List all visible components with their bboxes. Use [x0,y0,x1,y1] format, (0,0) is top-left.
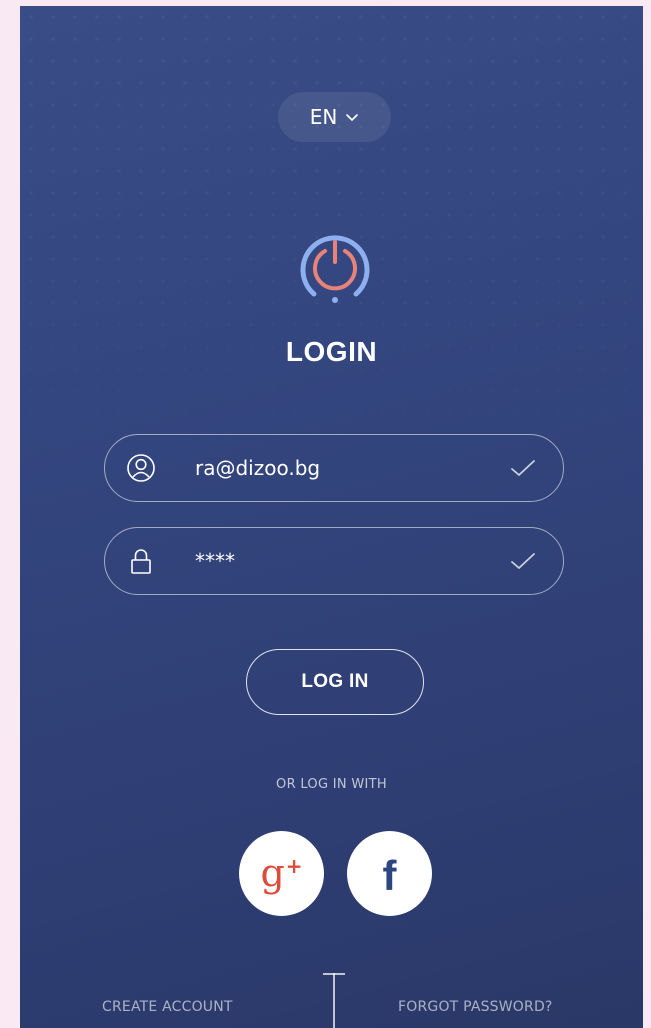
google-plus-sign: + [285,853,303,878]
power-icon [292,224,378,310]
facebook-login-button[interactable]: f [347,831,432,916]
forgot-password-link[interactable]: FORGOT PASSWORD? [398,999,553,1015]
create-account-link[interactable]: CREATE ACCOUNT [102,999,233,1015]
facebook-icon: f [382,851,397,899]
google-login-button[interactable]: g + [239,831,324,916]
google-glyph: g [260,850,285,895]
footer-divider [333,973,335,1028]
check-icon [509,457,537,479]
social-login-heading: OR LOG IN WITH [276,777,387,792]
login-screen: EN LOGIN ra@dizoo.bg **** LOG IN OR LOG … [20,6,643,1028]
password-field[interactable]: **** [104,527,564,595]
password-value[interactable]: **** [195,549,493,573]
check-icon [509,550,537,572]
lock-icon [125,545,157,577]
email-field[interactable]: ra@dizoo.bg [104,434,564,502]
user-icon [125,452,157,484]
email-value[interactable]: ra@dizoo.bg [195,456,493,480]
language-selector[interactable]: EN [278,92,391,142]
google-plus-icon: g + [260,854,302,892]
login-button[interactable]: LOG IN [246,649,424,715]
page-title: LOGIN [285,336,378,367]
language-label: EN [309,105,338,129]
chevron-down-icon [345,113,359,122]
